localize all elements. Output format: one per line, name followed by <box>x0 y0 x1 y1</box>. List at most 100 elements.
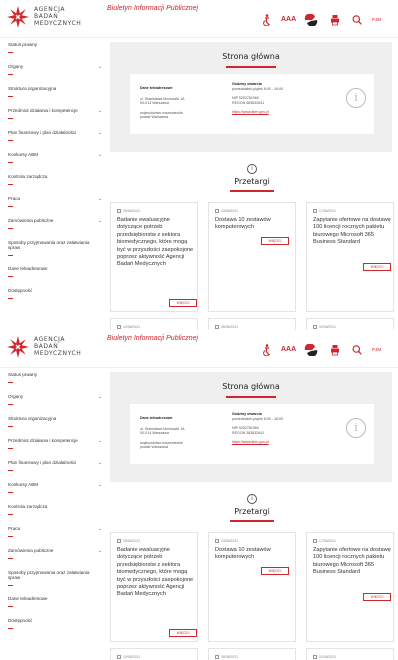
website-link[interactable]: https://www.abm.gov.pl <box>232 440 332 445</box>
chevron-down-icon[interactable]: ⌄ <box>98 130 102 136</box>
hours-heading: Godziny otwarcia <box>232 82 262 86</box>
sidebar-item-accent <box>8 404 13 406</box>
sidebar-item[interactable]: Konkursy ABM ⌄ <box>8 152 102 174</box>
chevron-down-icon[interactable]: ⌄ <box>98 218 102 224</box>
chevron-down-icon[interactable]: ⌄ <box>98 64 102 70</box>
more-button[interactable]: WIĘCEJ <box>169 299 197 307</box>
sidebar-item[interactable]: Plan finansowy i plan działalności ⌄ <box>8 460 102 482</box>
tender-card[interactable]: 25/06/2021 Badanie ewaluacyjne dotyczące … <box>110 532 198 642</box>
sidebar-item[interactable]: Dostępność <box>8 288 102 310</box>
chevron-down-icon[interactable]: ⌄ <box>98 108 102 114</box>
calendar-icon <box>313 655 317 659</box>
sidebar-item-label: Status prawny <box>8 372 38 377</box>
tender-title[interactable]: Zapytanie ofertowe na dostawę 100 licenc… <box>313 217 391 247</box>
chevron-down-icon[interactable]: ⌄ <box>98 482 102 488</box>
sidebar-item[interactable]: Dane teleadresowe <box>8 596 102 618</box>
sidebar-item[interactable]: Konkursy ABM ⌄ <box>8 482 102 504</box>
chevron-down-icon[interactable]: ⌄ <box>98 152 102 158</box>
tender-card[interactable]: 24/06/2021 Dostawa 10 zestawów komputerow… <box>208 532 296 642</box>
tender-card[interactable]: 17/06/2021 Zapytanie ofertowe na dostawę … <box>306 532 394 642</box>
text-size-icon[interactable]: AAA <box>281 346 296 358</box>
abm-logo[interactable]: AGENCJA BADAŃ MEDYCZNYCH <box>6 335 96 363</box>
tender-card[interactable]: 08/06/2021 <box>208 318 296 330</box>
sidebar-item[interactable]: Plan finansowy i plan działalności ⌄ <box>8 130 102 152</box>
tender-date-text: 08/06/2021 <box>221 325 238 329</box>
print-icon[interactable] <box>330 14 340 26</box>
chevron-down-icon[interactable]: ⌄ <box>98 438 102 444</box>
sidebar-item[interactable]: Kontrola zarządcza <box>8 174 102 196</box>
bip-title[interactable]: Biuletyn Informacji Publicznej <box>107 5 198 12</box>
sidebar-item[interactable]: Przedmiot działania i kompetencje ⌄ <box>8 438 102 460</box>
accessibility-icon[interactable] <box>262 14 272 26</box>
chevron-down-icon[interactable]: ⌄ <box>98 548 102 554</box>
tenders-info-icon: i <box>247 494 257 504</box>
tender-card[interactable]: 25/06/2021 Badanie ewaluacyjne dotyczące … <box>110 202 198 312</box>
calendar-icon <box>215 209 219 213</box>
tender-card[interactable]: 17/06/2021 Zapytanie ofertowe na dostawę … <box>306 202 394 312</box>
sidebar-item[interactable]: Organy ⌄ <box>8 64 102 86</box>
sidebar-item[interactable]: Status prawny <box>8 372 102 394</box>
sidebar-item[interactable]: Organy ⌄ <box>8 394 102 416</box>
sidebar-item[interactable]: Dostępność <box>8 618 102 640</box>
contrast-icon[interactable] <box>304 14 318 26</box>
search-icon[interactable] <box>352 14 362 26</box>
more-button[interactable]: WIĘCEJ <box>363 263 391 271</box>
sidebar-item[interactable]: Struktura organizacyjna <box>8 86 102 108</box>
tender-title[interactable]: Dostawa 10 zestawów komputerowych <box>215 217 293 232</box>
more-button[interactable]: WIĘCEJ <box>261 567 289 575</box>
text-size-icon[interactable]: AAA <box>281 16 296 28</box>
sidebar-item[interactable]: Sposoby przyjmowania oraz załatwiania sp… <box>8 240 102 262</box>
more-button[interactable]: WIĘCEJ <box>261 237 289 245</box>
sidebar-item[interactable]: Kontrola zarządcza <box>8 504 102 526</box>
chevron-down-icon[interactable]: ⌄ <box>98 394 102 400</box>
logo-wordmark: AGENCJA BADAŃ MEDYCZNYCH <box>34 336 82 357</box>
sidebar-item-accent <box>8 52 13 54</box>
sidebar-item-label: Dane teleadresowe <box>8 596 48 601</box>
sidebar-item[interactable]: Zamówienia publiczne ⌄ <box>8 218 102 240</box>
abm-logo[interactable]: AGENCJA BADAŃ MEDYCZNYCH <box>6 5 96 33</box>
tender-date-text: 17/06/2021 <box>319 209 336 213</box>
sidebar-item-label: Organy <box>8 394 24 399</box>
sidebar-item[interactable]: Struktura organizacyjna <box>8 416 102 438</box>
sidebar-item-accent <box>8 492 13 494</box>
tender-card[interactable]: 24/06/2021 Dostawa 10 zestawów komputerow… <box>208 202 296 312</box>
sidebar-item-accent <box>8 140 13 142</box>
sidebar-item-accent <box>8 628 13 630</box>
chevron-down-icon[interactable]: ⌄ <box>98 460 102 466</box>
page-title: Strona główna <box>222 382 280 391</box>
accessibility-icon[interactable] <box>262 344 272 356</box>
more-button[interactable]: WIĘCEJ <box>363 593 391 601</box>
tender-card[interactable]: 02/06/2021 <box>306 318 394 330</box>
sidebar-item-label: Status prawny <box>8 42 38 47</box>
chevron-down-icon[interactable]: ⌄ <box>98 196 102 202</box>
sidebar-item-label: Sposoby przyjmowania oraz załatwiania sp… <box>8 570 90 581</box>
tender-title[interactable]: Badanie ewaluacyjne dotyczące potrzeb pr… <box>117 217 195 269</box>
bip-title[interactable]: Biuletyn Informacji Publicznej <box>107 335 198 342</box>
tender-card[interactable]: 02/06/2021 <box>306 648 394 660</box>
sidebar-item[interactable]: Status prawny <box>8 42 102 64</box>
tender-card[interactable]: 10/06/2021 <box>110 648 198 660</box>
search-icon[interactable] <box>352 344 362 356</box>
website-link[interactable]: https://www.abm.gov.pl <box>232 110 332 115</box>
print-icon[interactable] <box>330 344 340 356</box>
sign-language-icon[interactable]: PJM <box>372 347 381 359</box>
sidebar-item[interactable]: Sposoby przyjmowania oraz załatwiania sp… <box>8 570 102 592</box>
sign-language-icon[interactable]: PJM <box>372 17 381 29</box>
sidebar-item-label: Praca <box>8 196 21 201</box>
sidebar-item-label: Struktura organizacyjna <box>8 86 57 91</box>
site-header: AGENCJA BADAŃ MEDYCZNYCH Biuletyn Inform… <box>0 0 398 38</box>
tender-title[interactable]: Dostawa 10 zestawów komputerowych <box>215 547 293 562</box>
sidebar-item[interactable]: Dane teleadresowe <box>8 266 102 288</box>
sidebar-item[interactable]: Praca ⌄ <box>8 196 102 218</box>
tender-card[interactable]: 08/06/2021 <box>208 648 296 660</box>
tender-title[interactable]: Badanie ewaluacyjne dotyczące potrzeb pr… <box>117 547 195 599</box>
sidebar-item[interactable]: Zamówienia publiczne ⌄ <box>8 548 102 570</box>
calendar-icon <box>117 539 121 543</box>
sidebar-item[interactable]: Przedmiot działania i kompetencje ⌄ <box>8 108 102 130</box>
more-button[interactable]: WIĘCEJ <box>169 629 197 637</box>
tender-card[interactable]: 10/06/2021 <box>110 318 198 330</box>
chevron-down-icon[interactable]: ⌄ <box>98 526 102 532</box>
contrast-icon[interactable] <box>304 344 318 356</box>
sidebar-item[interactable]: Praca ⌄ <box>8 526 102 548</box>
tender-title[interactable]: Zapytanie ofertowe na dostawę 100 licenc… <box>313 547 391 577</box>
